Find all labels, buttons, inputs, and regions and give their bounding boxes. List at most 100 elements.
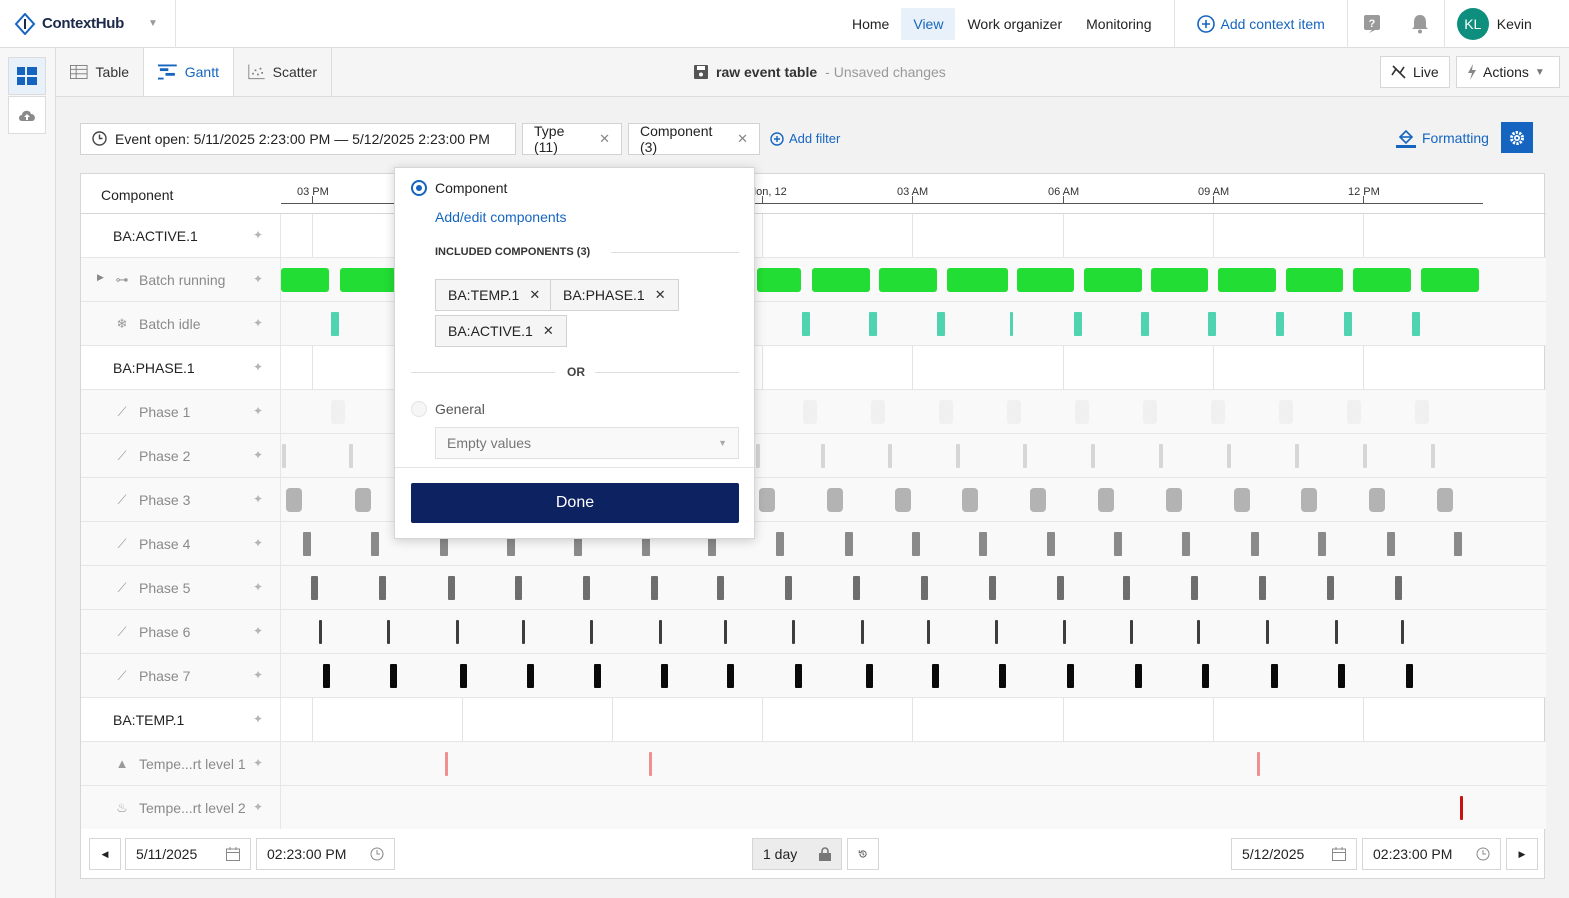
phase-3-bar[interactable] bbox=[962, 488, 978, 512]
phase-5-bar[interactable] bbox=[1191, 576, 1198, 600]
batch-idle-bar[interactable] bbox=[1010, 312, 1013, 336]
duration-field[interactable]: 1 day bbox=[752, 838, 842, 870]
type-filter-close-icon[interactable]: ✕ bbox=[599, 131, 610, 147]
pin-icon[interactable]: ✦ bbox=[253, 404, 263, 418]
gantt-row-label[interactable]: ❄ Batch idle ✦ bbox=[81, 302, 281, 345]
phase-1-bar[interactable] bbox=[1143, 400, 1157, 424]
add-context-item-button[interactable]: Add context item bbox=[1185, 15, 1337, 33]
phase-7-bar[interactable] bbox=[460, 664, 467, 688]
phase-7-bar[interactable] bbox=[1067, 664, 1074, 688]
phase-5-bar[interactable] bbox=[583, 576, 590, 600]
batch-running-bar[interactable] bbox=[1084, 268, 1142, 292]
gantt-row-label[interactable]: ⟋ Phase 5 ✦ bbox=[81, 566, 281, 609]
batch-running-bar[interactable] bbox=[281, 268, 329, 292]
phase-4-bar[interactable] bbox=[845, 532, 853, 556]
phase-1-bar[interactable] bbox=[331, 400, 345, 424]
batch-idle-bar[interactable] bbox=[869, 312, 877, 336]
batch-idle-bar[interactable] bbox=[1276, 312, 1284, 336]
batch-running-bar[interactable] bbox=[1151, 268, 1208, 292]
phase-7-bar[interactable] bbox=[594, 664, 601, 688]
batch-running-bar[interactable] bbox=[1421, 268, 1479, 292]
gantt-row-label[interactable]: ⟋ Phase 1 ✦ bbox=[81, 390, 281, 433]
pin-icon[interactable]: ✦ bbox=[253, 712, 263, 726]
phase-6-bar[interactable] bbox=[1266, 620, 1269, 644]
phase-4-bar[interactable] bbox=[1047, 532, 1055, 556]
phase-2-bar[interactable] bbox=[1159, 444, 1163, 468]
gantt-row-label[interactable]: BA:TEMP.1 ✦ bbox=[81, 698, 281, 741]
phase-7-bar[interactable] bbox=[1135, 664, 1142, 688]
phase-6-bar[interactable] bbox=[1130, 620, 1133, 644]
phase-4-bar[interactable] bbox=[1251, 532, 1259, 556]
tab-scatter[interactable]: Scatter bbox=[234, 48, 332, 96]
gantt-row-label[interactable]: BA:ACTIVE.1 ✦ bbox=[81, 214, 281, 257]
help-button[interactable]: ? bbox=[1348, 0, 1396, 48]
reset-range-button[interactable] bbox=[847, 838, 879, 870]
pin-icon[interactable]: ✦ bbox=[253, 580, 263, 594]
nav-work-organizer[interactable]: Work organizer bbox=[955, 8, 1074, 40]
component-filter[interactable]: Component (3) ✕ bbox=[628, 122, 760, 155]
notifications-button[interactable] bbox=[1396, 0, 1444, 48]
pin-icon[interactable]: ✦ bbox=[253, 448, 263, 462]
phase-3-bar[interactable] bbox=[286, 488, 302, 512]
phase-4-bar[interactable] bbox=[1182, 532, 1190, 556]
tab-table[interactable]: Table bbox=[56, 48, 144, 96]
end-date-field[interactable]: 5/12/2025 bbox=[1231, 838, 1357, 870]
phase-1-bar[interactable] bbox=[1211, 400, 1225, 424]
pin-icon[interactable]: ✦ bbox=[253, 316, 263, 330]
phase-5-bar[interactable] bbox=[651, 576, 658, 600]
temperature-alert-1-bar[interactable] bbox=[649, 752, 652, 776]
phase-5-bar[interactable] bbox=[921, 576, 928, 600]
gantt-row-label[interactable]: ⟋ Phase 6 ✦ bbox=[81, 610, 281, 653]
phase-7-bar[interactable] bbox=[795, 664, 802, 688]
phase-6-bar[interactable] bbox=[590, 620, 593, 644]
phase-6-bar[interactable] bbox=[1335, 620, 1338, 644]
phase-5-bar[interactable] bbox=[311, 576, 318, 600]
gantt-row-label[interactable]: ⟋ Phase 3 ✦ bbox=[81, 478, 281, 521]
batch-idle-bar[interactable] bbox=[802, 312, 810, 336]
batch-running-bar[interactable] bbox=[340, 268, 396, 292]
app-switcher-chevron-down-icon[interactable]: ▼ bbox=[148, 18, 158, 29]
clock-icon[interactable] bbox=[1476, 847, 1490, 861]
phase-2-bar[interactable] bbox=[1295, 444, 1299, 468]
upload-panel-button[interactable] bbox=[8, 96, 46, 134]
phase-5-bar[interactable] bbox=[989, 576, 996, 600]
phase-4-bar[interactable] bbox=[979, 532, 987, 556]
phase-6-bar[interactable] bbox=[1197, 620, 1200, 644]
pin-icon[interactable]: ✦ bbox=[253, 536, 263, 550]
gantt-row-label[interactable]: ▲ Tempe...rt level 1 ✦ bbox=[81, 742, 281, 785]
phase-6-bar[interactable] bbox=[927, 620, 930, 644]
phase-7-bar[interactable] bbox=[1338, 664, 1345, 688]
type-filter[interactable]: Type (11) ✕ bbox=[522, 122, 622, 155]
general-radio[interactable] bbox=[411, 401, 427, 417]
phase-3-bar[interactable] bbox=[355, 488, 371, 512]
phase-6-bar[interactable] bbox=[724, 620, 727, 644]
phase-5-bar[interactable] bbox=[1259, 576, 1266, 600]
phase-6-bar[interactable] bbox=[995, 620, 998, 644]
phase-5-bar[interactable] bbox=[1327, 576, 1334, 600]
next-range-button[interactable]: ▶ bbox=[1506, 838, 1538, 870]
phase-6-bar[interactable] bbox=[319, 620, 322, 644]
phase-2-bar[interactable] bbox=[888, 444, 892, 468]
phase-3-bar[interactable] bbox=[895, 488, 911, 512]
previous-range-button[interactable]: ◀ bbox=[89, 838, 121, 870]
gantt-row-label[interactable]: ⟋ Phase 4 ✦ bbox=[81, 522, 281, 565]
phase-5-bar[interactable] bbox=[853, 576, 860, 600]
phase-5-bar[interactable] bbox=[1395, 576, 1402, 600]
calendar-icon[interactable] bbox=[226, 847, 240, 861]
batch-idle-bar[interactable] bbox=[1208, 312, 1216, 336]
gantt-row-label[interactable]: ♨ Tempe...rt level 2 ✦ bbox=[81, 786, 281, 829]
phase-2-bar[interactable] bbox=[282, 444, 286, 468]
phase-7-bar[interactable] bbox=[323, 664, 330, 688]
phase-3-bar[interactable] bbox=[1234, 488, 1250, 512]
component-radio[interactable] bbox=[411, 180, 427, 196]
temperature-alert-1-bar[interactable] bbox=[1257, 752, 1260, 776]
pin-icon[interactable]: ✦ bbox=[253, 272, 263, 286]
pin-icon[interactable]: ✦ bbox=[253, 756, 263, 770]
temperature-alert-2-bar[interactable] bbox=[1460, 796, 1463, 820]
phase-1-bar[interactable] bbox=[1347, 400, 1361, 424]
phase-2-bar[interactable] bbox=[821, 444, 825, 468]
general-select[interactable]: Empty values ▼ bbox=[435, 427, 739, 459]
phase-1-bar[interactable] bbox=[803, 400, 817, 424]
actions-button[interactable]: Actions ▼ bbox=[1456, 56, 1560, 88]
formatting-button[interactable]: Formatting bbox=[1396, 124, 1489, 152]
